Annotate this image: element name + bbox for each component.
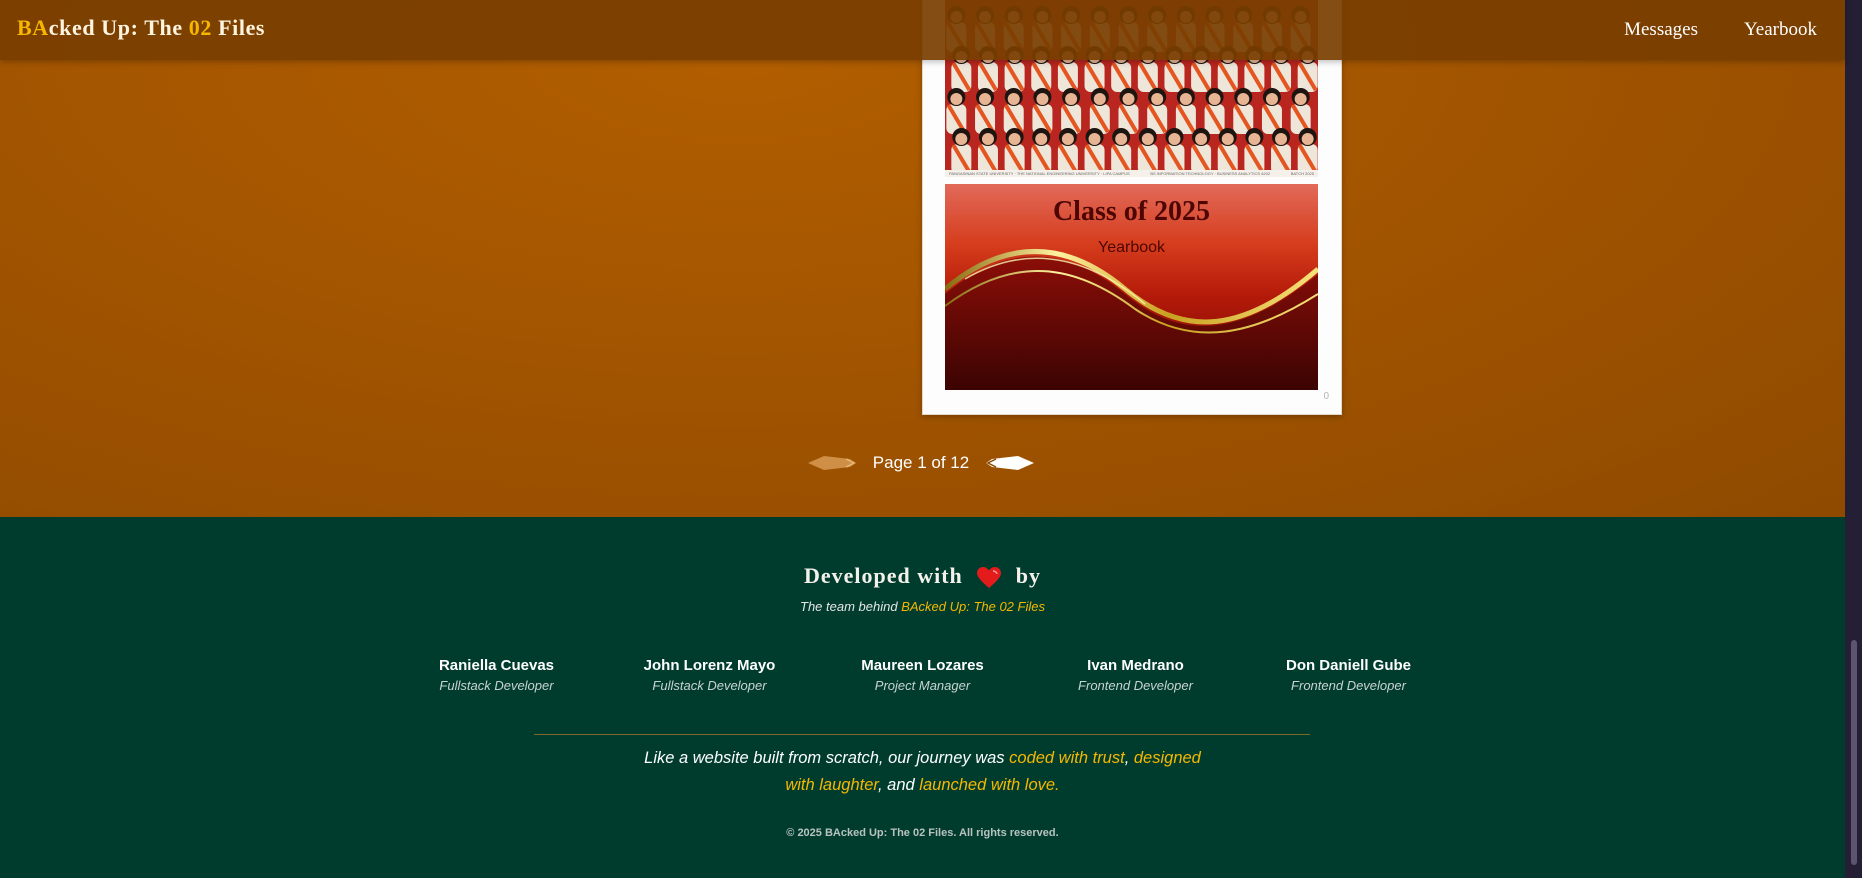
member-name: John Lorenz Mayo bbox=[643, 657, 776, 674]
quote-text: Like a website built from scratch, our j… bbox=[644, 749, 1010, 767]
by-text: by bbox=[1015, 563, 1042, 588]
team-tagline: The team behind BAcked Up: The 02 Files bbox=[0, 599, 1845, 614]
brand-text: cked Up: The bbox=[48, 15, 189, 40]
copyright: © 2025 BAcked Up: The 02 Files. All righ… bbox=[786, 827, 1059, 839]
next-arrow-icon[interactable] bbox=[984, 450, 1036, 476]
site-brand[interactable]: BAcked Up: The 02 Files bbox=[17, 15, 265, 41]
member-name: Don Daniell Gube bbox=[1285, 657, 1411, 674]
footer-quote: Like a website built from scratch, our j… bbox=[630, 745, 1215, 799]
developed-with-text: Developed with bbox=[803, 563, 963, 588]
scrollbar-thumb[interactable] bbox=[1851, 640, 1857, 865]
member-card: John Lorenz Mayo Fullstack Developer bbox=[603, 657, 816, 693]
member-role: Frontend Developer bbox=[1291, 678, 1406, 693]
heart-icon bbox=[977, 566, 1002, 588]
quote-text: , bbox=[1124, 749, 1134, 767]
cover-title: Class of 2025 bbox=[1052, 196, 1211, 227]
page-marker: 0 bbox=[1323, 391, 1329, 402]
member-card: Ivan Medrano Frontend Developer bbox=[1029, 657, 1242, 693]
footer: Developed with by The team behind BAcked… bbox=[0, 517, 1845, 878]
scrollbar[interactable] bbox=[1845, 0, 1862, 878]
nav-links: Messages Yearbook bbox=[1624, 19, 1817, 41]
photo-caption-mid: BS INFORMATION TECHNOLOGY · BUSINESS ANA… bbox=[1150, 171, 1271, 176]
yearbook-cover: Class of 2025 Yearbook bbox=[945, 184, 1318, 390]
footer-divider bbox=[534, 734, 1310, 735]
quote-highlight: coded with trust bbox=[1009, 749, 1125, 767]
yearbook-flipbook[interactable]: PANGASINAN STATE UNIVERSITY · THE NATION… bbox=[922, 0, 1342, 415]
brand-highlight-ba: BA bbox=[17, 15, 49, 40]
member-card: Raniella Cuevas Fullstack Developer bbox=[390, 657, 603, 693]
navbar: BAcked Up: The 02 Files Messages Yearboo… bbox=[0, 0, 1845, 60]
member-role: Fullstack Developer bbox=[652, 678, 767, 693]
member-card: Don Daniell Gube Frontend Developer bbox=[1242, 657, 1455, 693]
nav-link-yearbook[interactable]: Yearbook bbox=[1744, 19, 1817, 41]
member-card: Maureen Lozares Project Manager bbox=[816, 657, 1029, 693]
team-tagline-project-name: BAcked Up: The 02 Files bbox=[901, 599, 1045, 614]
photo-caption-right: BATCH 2025 bbox=[1290, 171, 1314, 176]
nav-link-messages[interactable]: Messages bbox=[1624, 19, 1698, 41]
member-name: Ivan Medrano bbox=[1087, 657, 1184, 674]
photo-caption-left: PANGASINAN STATE UNIVERSITY · THE NATION… bbox=[949, 171, 1130, 176]
member-role: Project Manager bbox=[874, 678, 971, 693]
team-tagline-text: The team behind bbox=[800, 599, 902, 614]
member-role: Fullstack Developer bbox=[439, 678, 554, 693]
member-name: Maureen Lozares bbox=[861, 657, 984, 674]
brand-highlight-02: 02 bbox=[188, 15, 212, 40]
quote-highlight: launched with love. bbox=[919, 776, 1060, 794]
cover-subtitle: Yearbook bbox=[1097, 239, 1166, 256]
member-name: Raniella Cuevas bbox=[438, 657, 555, 674]
quote-text: , and bbox=[878, 776, 920, 794]
member-role: Frontend Developer bbox=[1078, 678, 1193, 693]
team-members: Raniella Cuevas Fullstack Developer John… bbox=[0, 657, 1845, 693]
yearbook-section: BAcked Up: The 02 Files Messages Yearboo… bbox=[0, 0, 1845, 517]
photo-caption-strip: PANGASINAN STATE UNIVERSITY · THE NATION… bbox=[945, 170, 1318, 177]
pagination: Page 1 of 12 bbox=[806, 450, 1036, 476]
developed-with-heading: Developed with by bbox=[0, 563, 1845, 589]
brand-text-end: Files bbox=[212, 15, 266, 40]
